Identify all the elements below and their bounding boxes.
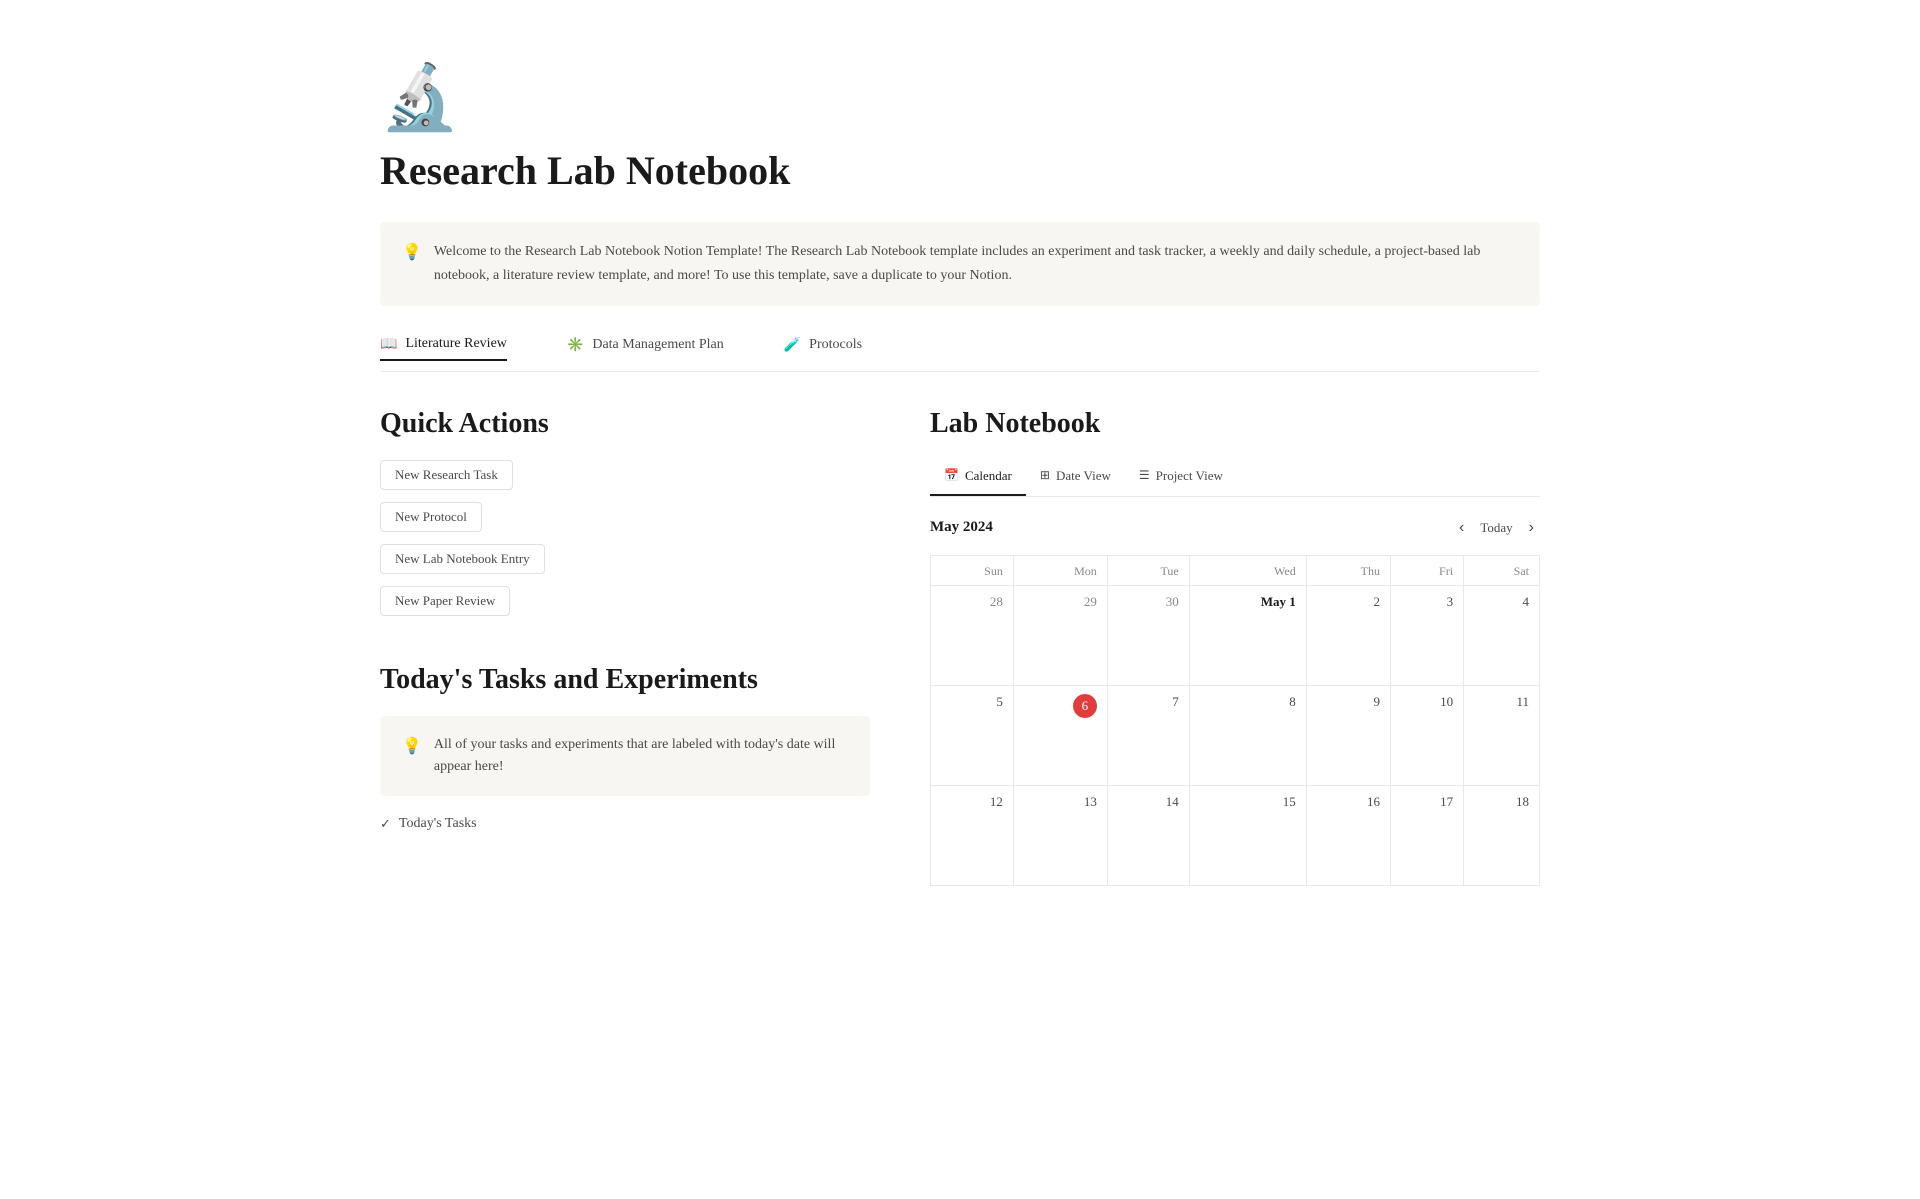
page-icon: 🔬 bbox=[380, 60, 1540, 135]
calendar-cell[interactable]: 16 bbox=[1306, 785, 1390, 885]
day-header-sun: Sun bbox=[931, 555, 1014, 585]
tab-calendar[interactable]: 📅 Calendar bbox=[930, 460, 1026, 496]
tasks-bulb-icon: 💡 bbox=[402, 736, 422, 756]
calendar-cell[interactable]: 6 bbox=[1013, 685, 1107, 785]
info-bulb-icon: 💡 bbox=[402, 242, 422, 262]
calendar-cell[interactable]: 12 bbox=[931, 785, 1014, 885]
calendar-cell[interactable]: 4 bbox=[1464, 585, 1540, 685]
calendar-cell[interactable]: 3 bbox=[1390, 585, 1463, 685]
todays-tasks-section: Today's Tasks and Experiments 💡 All of y… bbox=[380, 664, 870, 833]
todays-tasks-title: Today's Tasks and Experiments bbox=[380, 664, 870, 696]
todays-tasks-link-label: Today's Tasks bbox=[399, 816, 477, 832]
tab-date-view[interactable]: ⊞ Date View bbox=[1026, 460, 1125, 496]
calendar-cell[interactable]: 29 bbox=[1013, 585, 1107, 685]
day-header-mon: Mon bbox=[1013, 555, 1107, 585]
nav-literature-review-label: Literature Review bbox=[405, 336, 506, 352]
quick-actions-title: Quick Actions bbox=[380, 408, 870, 440]
lab-notebook-title: Lab Notebook bbox=[930, 408, 1540, 440]
calendar-tab-icon: 📅 bbox=[944, 468, 959, 483]
calendar-prev-button[interactable]: ‹ bbox=[1453, 517, 1470, 539]
calendar-cell[interactable]: 17 bbox=[1390, 785, 1463, 885]
nav-protocols[interactable]: 🧪 Protocols bbox=[784, 336, 862, 361]
book-icon: 📖 bbox=[380, 336, 397, 353]
info-banner-text: Welcome to the Research Lab Notebook Not… bbox=[434, 240, 1518, 288]
calendar-cell[interactable]: 13 bbox=[1013, 785, 1107, 885]
calendar-cell[interactable]: 9 bbox=[1306, 685, 1390, 785]
calendar-cell[interactable]: 8 bbox=[1189, 685, 1306, 785]
main-content: Quick Actions New Research Task New Prot… bbox=[380, 408, 1540, 886]
left-column: Quick Actions New Research Task New Prot… bbox=[380, 408, 870, 886]
tab-calendar-label: Calendar bbox=[965, 468, 1012, 484]
calendar-cell[interactable]: 15 bbox=[1189, 785, 1306, 885]
nav-data-management[interactable]: ✳️ Data Management Plan bbox=[567, 336, 724, 361]
calendar-cell[interactable]: 2 bbox=[1306, 585, 1390, 685]
calendar-next-button[interactable]: › bbox=[1523, 517, 1540, 539]
calendar-cell[interactable]: 10 bbox=[1390, 685, 1463, 785]
calendar-header: May 2024 ‹ Today › bbox=[930, 517, 1540, 539]
tasks-info-banner: 💡 All of your tasks and experiments that… bbox=[380, 716, 870, 797]
day-header-thu: Thu bbox=[1306, 555, 1390, 585]
calendar-navigation: ‹ Today › bbox=[1453, 517, 1540, 539]
nav-literature-review[interactable]: 📖 Literature Review bbox=[380, 336, 507, 361]
calendar-tabs: 📅 Calendar ⊞ Date View ☰ Project View bbox=[930, 460, 1540, 497]
todays-tasks-link[interactable]: ✓ Today's Tasks bbox=[380, 816, 870, 832]
sparkle-icon: ✳️ bbox=[567, 337, 584, 354]
navigation-links: 📖 Literature Review ✳️ Data Management P… bbox=[380, 336, 1540, 372]
tab-project-view[interactable]: ☰ Project View bbox=[1125, 460, 1237, 496]
day-header-wed: Wed bbox=[1189, 555, 1306, 585]
calendar-grid: Sun Mon Tue Wed Thu Fri Sat 282930May 12… bbox=[930, 555, 1540, 886]
page-title: Research Lab Notebook bbox=[380, 147, 1540, 194]
calendar-month: May 2024 bbox=[930, 519, 993, 536]
day-header-fri: Fri bbox=[1390, 555, 1463, 585]
quick-actions-list: New Research Task New Protocol New Lab N… bbox=[380, 460, 870, 624]
calendar-cell[interactable]: 28 bbox=[931, 585, 1014, 685]
nav-protocols-label: Protocols bbox=[809, 337, 862, 353]
quick-actions-section: Quick Actions New Research Task New Prot… bbox=[380, 408, 870, 624]
calendar-cell[interactable]: 30 bbox=[1107, 585, 1189, 685]
flask-icon: 🧪 bbox=[784, 337, 801, 354]
project-view-icon: ☰ bbox=[1139, 468, 1150, 483]
new-lab-notebook-entry-button[interactable]: New Lab Notebook Entry bbox=[380, 544, 545, 574]
new-paper-review-button[interactable]: New Paper Review bbox=[380, 586, 510, 616]
day-header-sat: Sat bbox=[1464, 555, 1540, 585]
new-research-task-button[interactable]: New Research Task bbox=[380, 460, 513, 490]
new-protocol-button[interactable]: New Protocol bbox=[380, 502, 482, 532]
tab-date-view-label: Date View bbox=[1056, 468, 1111, 484]
calendar-cell[interactable]: 7 bbox=[1107, 685, 1189, 785]
calendar-cell[interactable]: 14 bbox=[1107, 785, 1189, 885]
tab-project-view-label: Project View bbox=[1156, 468, 1223, 484]
calendar-cell[interactable]: 18 bbox=[1464, 785, 1540, 885]
calendar-today-button[interactable]: Today bbox=[1480, 520, 1512, 536]
calendar-cell[interactable]: May 1 bbox=[1189, 585, 1306, 685]
calendar-cell[interactable]: 11 bbox=[1464, 685, 1540, 785]
lab-notebook-section: Lab Notebook 📅 Calendar ⊞ Date View ☰ Pr… bbox=[930, 408, 1540, 886]
nav-data-management-label: Data Management Plan bbox=[592, 337, 723, 353]
tasks-info-text: All of your tasks and experiments that a… bbox=[434, 734, 848, 779]
info-banner: 💡 Welcome to the Research Lab Notebook N… bbox=[380, 222, 1540, 306]
check-icon: ✓ bbox=[380, 816, 391, 832]
day-header-tue: Tue bbox=[1107, 555, 1189, 585]
calendar-cell[interactable]: 5 bbox=[931, 685, 1014, 785]
date-view-icon: ⊞ bbox=[1040, 468, 1050, 483]
